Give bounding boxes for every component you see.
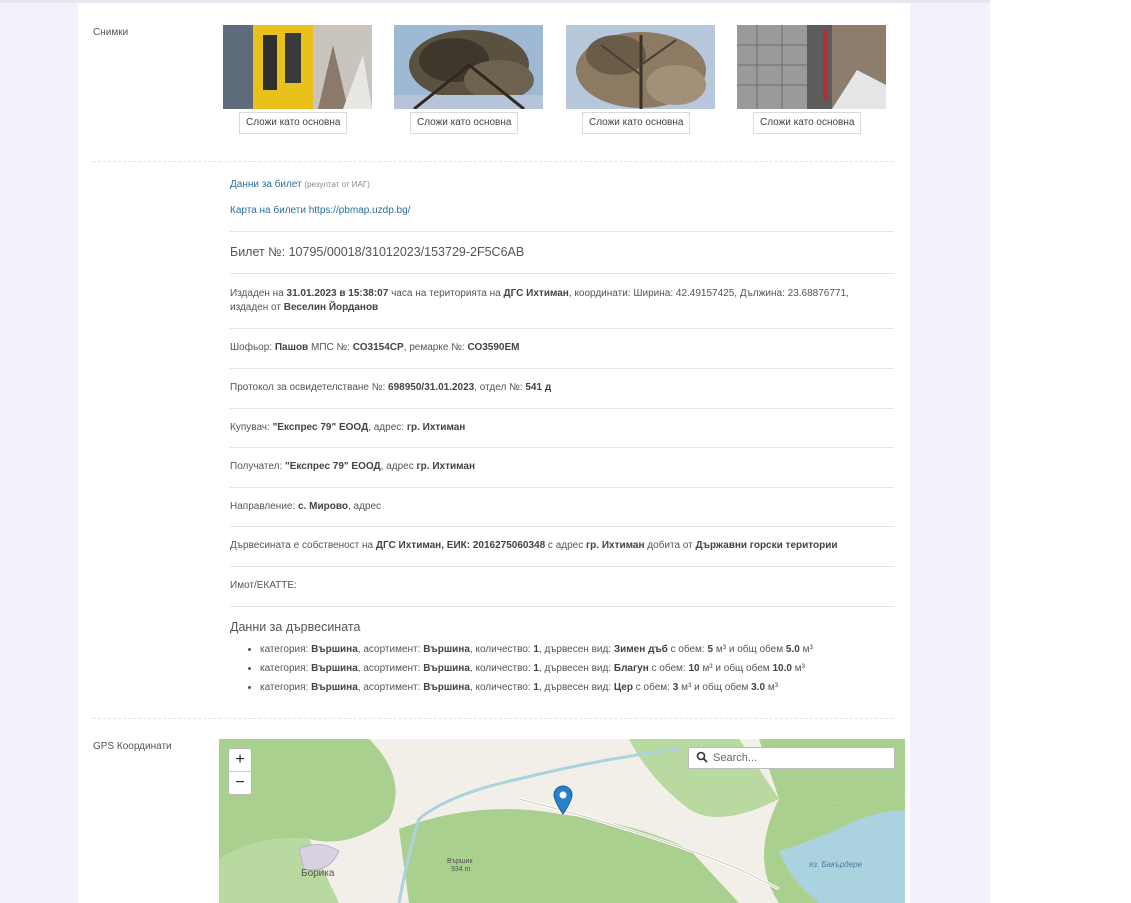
recipient-row: Получател: "Експрес 79" ЕООД, адрес гр. … — [230, 460, 894, 474]
ticket-number-label: Билет №: — [230, 245, 286, 259]
trailer-number: СО3590ЕМ — [467, 342, 520, 353]
ticket-number: Билет №: 10795/00018/31012023/153729-2F5… — [230, 245, 524, 259]
issuer-name: Веселин Йорданов — [283, 302, 379, 313]
property-label: Имот/ЕКАТТЕ: — [230, 580, 297, 591]
zoom-in-button[interactable]: + — [229, 749, 251, 771]
page-outer — [990, 0, 1131, 903]
wood-list: категория: Вършина, асортимент: Вършина,… — [246, 640, 813, 697]
recipient-name: "Експрес 79" ЕООД — [285, 461, 381, 472]
photos-label: Снимки — [93, 27, 129, 38]
set-main-photo-button[interactable]: Сложи като основна — [582, 112, 691, 134]
issued-row: Издаден на 31.01.2023 в 15:38:07 часа на… — [230, 287, 894, 315]
recipient-address: гр. Ихтиман — [416, 461, 476, 472]
protocol-number: 698950/31.01.2023 — [388, 382, 475, 393]
page-margin-left — [0, 0, 78, 903]
map-search-input[interactable]: Search... — [688, 747, 895, 769]
buyer-name: "Експрес 79" ЕООД — [272, 422, 369, 433]
row-divider — [230, 526, 894, 527]
ticket-map-row: Карта на билети https://pbmap.uzdp.bg/ — [230, 204, 894, 218]
address-label: с адрес — [547, 540, 584, 551]
source-label: добита от — [647, 540, 693, 551]
section-label: , отдел №: — [474, 382, 523, 393]
buyer-label: Купувач: — [230, 422, 270, 433]
issued-datetime: 31.01.2023 в 15:38:07 — [286, 288, 389, 299]
address-label: , адрес: — [368, 422, 405, 433]
section-number: 541 д — [525, 382, 552, 393]
ticket-number-value: 10795/00018/31012023/153729-2F5C6AB — [288, 245, 525, 259]
page-margin-right — [910, 0, 990, 903]
map-label-peak: Вършик — [447, 858, 473, 865]
set-main-photo-button[interactable]: Сложи като основна — [753, 112, 862, 134]
map-zoom-control: + − — [228, 748, 252, 795]
row-divider — [230, 487, 894, 488]
row-divider — [230, 447, 894, 448]
ticket-data-heading: Данни за билет (резултат от ИАГ) — [230, 178, 894, 192]
photo-thumbnail[interactable] — [737, 25, 886, 109]
issued-text: издаден от — [230, 302, 281, 313]
recipient-label: Получател: — [230, 461, 283, 472]
buyer-row: Купувач: "Експрес 79" ЕООД, адрес: гр. И… — [230, 421, 894, 435]
photo-thumbnail[interactable] — [394, 25, 543, 109]
address-label: , адрес — [380, 461, 414, 472]
wood-item: категория: Вършина, асортимент: Вършина,… — [260, 640, 813, 659]
protocol-label: Протокол за освидетелстване №: — [230, 382, 386, 393]
ownership-row: Дървесината е собственост на ДГС Ихтиман… — [230, 539, 894, 553]
row-divider — [230, 606, 894, 607]
row-divider — [230, 231, 894, 232]
ownership-label: Дървесината е собственост на — [230, 540, 374, 551]
issued-text: Издаден на — [230, 288, 284, 299]
top-border — [0, 0, 990, 3]
row-divider — [230, 273, 894, 274]
driver-name: Пашов — [274, 342, 309, 353]
row-divider — [230, 368, 894, 369]
row-divider — [230, 328, 894, 329]
ticket-data-note: (резултат от ИАГ) — [304, 180, 370, 189]
direction-place: с. Мирово — [298, 501, 348, 512]
zoom-out-button[interactable]: − — [229, 771, 251, 794]
wood-item: категория: Вършина, асортимент: Вършина,… — [260, 678, 813, 697]
issued-text: часа на територията на — [391, 288, 501, 299]
map-label-peak-elevation: 934 m — [451, 866, 471, 873]
set-main-photo-button[interactable]: Сложи като основна — [239, 112, 348, 134]
buyer-address: гр. Ихтиман — [406, 422, 466, 433]
section-divider — [93, 161, 893, 162]
direction-label: Направление: — [230, 501, 296, 512]
set-main-photo-button[interactable]: Сложи като основна — [410, 112, 519, 134]
trailer-label: , ремарке №: — [403, 342, 465, 353]
section-divider — [93, 718, 893, 719]
driver-row: Шофьор: Пашов МПС №: СО3154СР, ремарке №… — [230, 341, 894, 355]
issued-territory: ДГС Ихтиман — [503, 288, 569, 299]
search-placeholder: Search... — [713, 752, 758, 764]
photo-thumbnail[interactable] — [566, 25, 715, 109]
map-label-village: Борика — [301, 868, 335, 879]
photo-thumbnail[interactable] — [223, 25, 372, 109]
gps-label: GPS Координати — [93, 741, 172, 752]
row-divider — [230, 408, 894, 409]
direction-row: Направление: с. Мирово, адрес — [230, 500, 894, 514]
driver-label: Шофьор: — [230, 342, 273, 353]
ticket-data-link[interactable]: Данни за билет — [230, 179, 302, 190]
row-divider — [230, 566, 894, 567]
wood-data-title: Данни за дървесината — [230, 620, 361, 634]
owner-address: гр. Ихтиман — [586, 540, 645, 551]
plate-label: МПС №: — [310, 342, 351, 353]
property-row: Имот/ЕКАТТЕ: — [230, 579, 894, 593]
issued-coordinates: , координати: Ширина: 42.49157425, Дължи… — [568, 288, 849, 299]
search-icon — [696, 751, 708, 763]
map-marker-icon[interactable] — [553, 785, 573, 815]
wood-item: категория: Вършина, асортимент: Вършина,… — [260, 659, 813, 678]
plate-number: СО3154СР — [352, 342, 404, 353]
owner-name: ДГС Ихтиман, ЕИК: 2016275060348 — [375, 540, 546, 551]
map-label-lake: яз. Бакърдере — [808, 860, 863, 869]
ticket-map-link[interactable]: Карта на билети https://pbmap.uzdp.bg/ — [230, 205, 410, 216]
protocol-row: Протокол за освидетелстване №: 698950/31… — [230, 381, 894, 395]
source-value: Държавни горски територии — [695, 540, 838, 551]
address-label: , адрес — [347, 501, 382, 512]
